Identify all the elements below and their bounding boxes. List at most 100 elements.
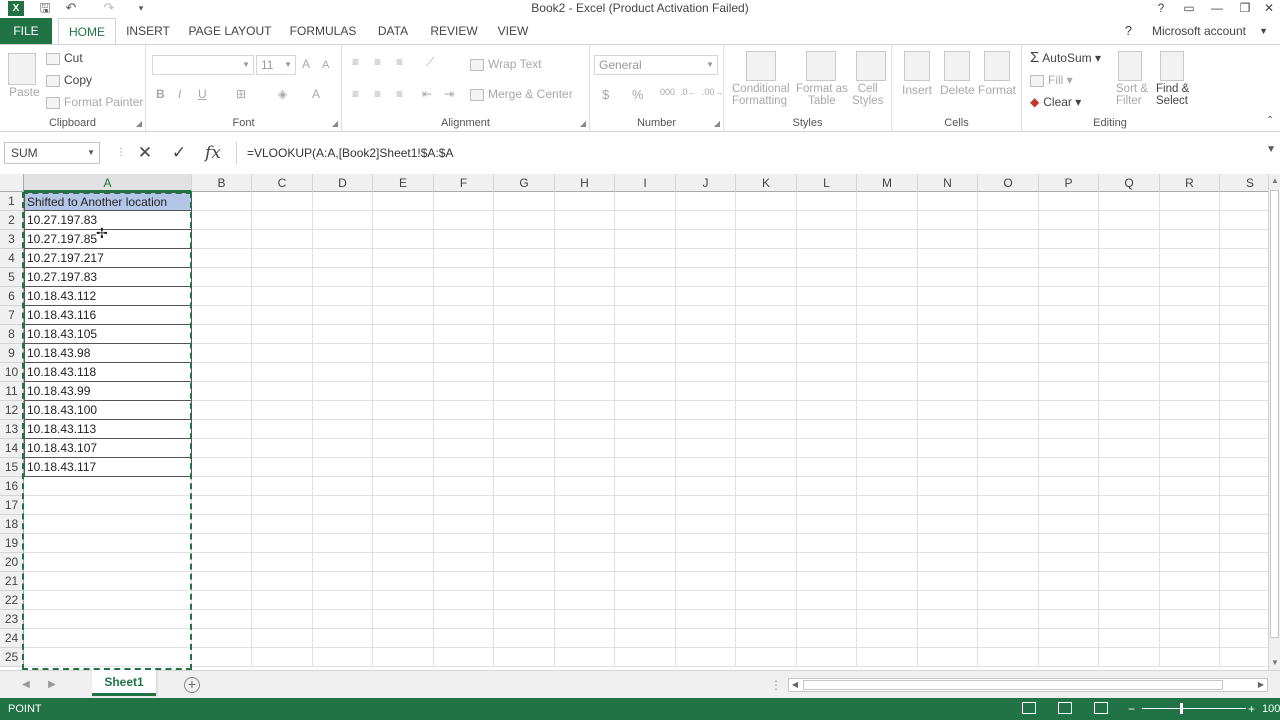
tab-file[interactable]: FILE bbox=[0, 18, 52, 44]
cell-n4[interactable] bbox=[918, 249, 978, 268]
cell-i21[interactable] bbox=[615, 572, 676, 591]
cell-k21[interactable] bbox=[736, 572, 797, 591]
row-header-8[interactable]: 8 bbox=[0, 325, 24, 344]
cell-a2[interactable]: 10.27.197.83 bbox=[24, 211, 192, 230]
cell-m13[interactable] bbox=[857, 420, 918, 439]
cell-m4[interactable] bbox=[857, 249, 918, 268]
cell-k23[interactable] bbox=[736, 610, 797, 629]
cell-s8[interactable] bbox=[1220, 325, 1268, 344]
cell-o2[interactable] bbox=[978, 211, 1039, 230]
cell-i2[interactable] bbox=[615, 211, 676, 230]
tab-review[interactable]: REVIEW bbox=[426, 18, 482, 44]
cell-a6[interactable]: 10.18.43.112 bbox=[24, 287, 192, 306]
ribbon-display-icon[interactable]: ▭ bbox=[1178, 0, 1200, 16]
cell-k13[interactable] bbox=[736, 420, 797, 439]
cell-d11[interactable] bbox=[313, 382, 373, 401]
cell-j5[interactable] bbox=[676, 268, 736, 287]
cell-q2[interactable] bbox=[1099, 211, 1160, 230]
cell-a12[interactable]: 10.18.43.100 bbox=[24, 401, 192, 420]
column-header-m[interactable]: M bbox=[857, 174, 918, 192]
cell-j8[interactable] bbox=[676, 325, 736, 344]
cell-f6[interactable] bbox=[434, 287, 494, 306]
cell-k18[interactable] bbox=[736, 515, 797, 534]
cell-b17[interactable] bbox=[192, 496, 252, 515]
column-header-e[interactable]: E bbox=[373, 174, 434, 192]
cell-q20[interactable] bbox=[1099, 553, 1160, 572]
cell-h22[interactable] bbox=[555, 591, 615, 610]
sort-filter-button[interactable]: Sort & Filter bbox=[1116, 83, 1148, 107]
cell-a13[interactable]: 10.18.43.113 bbox=[24, 420, 192, 439]
cell-i14[interactable] bbox=[615, 439, 676, 458]
cell-m17[interactable] bbox=[857, 496, 918, 515]
cell-m21[interactable] bbox=[857, 572, 918, 591]
cell-q5[interactable] bbox=[1099, 268, 1160, 287]
cell-f20[interactable] bbox=[434, 553, 494, 572]
cell-g16[interactable] bbox=[494, 477, 555, 496]
column-header-j[interactable]: J bbox=[676, 174, 736, 192]
cell-d20[interactable] bbox=[313, 553, 373, 572]
cell-c18[interactable] bbox=[252, 515, 313, 534]
cell-d18[interactable] bbox=[313, 515, 373, 534]
cell-o7[interactable] bbox=[978, 306, 1039, 325]
font-color-button[interactable]: A bbox=[312, 87, 320, 101]
cell-j7[interactable] bbox=[676, 306, 736, 325]
cell-g21[interactable] bbox=[494, 572, 555, 591]
cell-q13[interactable] bbox=[1099, 420, 1160, 439]
cell-l4[interactable] bbox=[797, 249, 857, 268]
cell-q8[interactable] bbox=[1099, 325, 1160, 344]
cell-n2[interactable] bbox=[918, 211, 978, 230]
cell-g7[interactable] bbox=[494, 306, 555, 325]
cell-k2[interactable] bbox=[736, 211, 797, 230]
copy-button[interactable]: Copy bbox=[46, 73, 92, 87]
cell-q6[interactable] bbox=[1099, 287, 1160, 306]
cell-g2[interactable] bbox=[494, 211, 555, 230]
cell-h18[interactable] bbox=[555, 515, 615, 534]
conditional-formatting-button[interactable]: Conditional Formatting bbox=[732, 83, 790, 107]
cell-k11[interactable] bbox=[736, 382, 797, 401]
cell-h5[interactable] bbox=[555, 268, 615, 287]
cell-e23[interactable] bbox=[373, 610, 434, 629]
cell-k10[interactable] bbox=[736, 363, 797, 382]
cell-c10[interactable] bbox=[252, 363, 313, 382]
insert-function-button[interactable]: fx bbox=[202, 142, 224, 164]
cell-l7[interactable] bbox=[797, 306, 857, 325]
cell-p3[interactable] bbox=[1039, 230, 1099, 249]
cell-k5[interactable] bbox=[736, 268, 797, 287]
cell-k25[interactable] bbox=[736, 648, 797, 667]
cell-a20[interactable] bbox=[24, 553, 192, 572]
cell-p6[interactable] bbox=[1039, 287, 1099, 306]
cell-h15[interactable] bbox=[555, 458, 615, 477]
cell-q4[interactable] bbox=[1099, 249, 1160, 268]
conditional-formatting-icon[interactable] bbox=[746, 51, 776, 81]
bold-button[interactable]: B bbox=[156, 87, 165, 101]
row-header-23[interactable]: 23 bbox=[0, 610, 24, 629]
restore-icon[interactable]: ❐ bbox=[1234, 0, 1256, 16]
cell-p21[interactable] bbox=[1039, 572, 1099, 591]
paste-icon[interactable] bbox=[8, 53, 36, 85]
column-header-p[interactable]: P bbox=[1039, 174, 1099, 192]
fill-button[interactable]: Fill ▾ bbox=[1030, 73, 1073, 87]
cell-j6[interactable] bbox=[676, 287, 736, 306]
top-align-icon[interactable]: ≡ bbox=[352, 55, 359, 69]
cell-a25[interactable] bbox=[24, 648, 192, 667]
cell-m12[interactable] bbox=[857, 401, 918, 420]
cell-c15[interactable] bbox=[252, 458, 313, 477]
cell-m2[interactable] bbox=[857, 211, 918, 230]
cell-g20[interactable] bbox=[494, 553, 555, 572]
cell-j11[interactable] bbox=[676, 382, 736, 401]
cell-o3[interactable] bbox=[978, 230, 1039, 249]
add-sheet-icon[interactable]: + bbox=[184, 677, 200, 693]
cell-f21[interactable] bbox=[434, 572, 494, 591]
cell-r3[interactable] bbox=[1160, 230, 1220, 249]
insert-cells-icon[interactable] bbox=[904, 51, 930, 81]
cell-b13[interactable] bbox=[192, 420, 252, 439]
cell-c25[interactable] bbox=[252, 648, 313, 667]
cell-n8[interactable] bbox=[918, 325, 978, 344]
tab-split-handle[interactable]: ⋮ bbox=[770, 671, 782, 699]
cell-l12[interactable] bbox=[797, 401, 857, 420]
cell-q24[interactable] bbox=[1099, 629, 1160, 648]
cell-h7[interactable] bbox=[555, 306, 615, 325]
tab-insert[interactable]: INSERT bbox=[122, 18, 174, 44]
font-name-combo[interactable]: ▼ bbox=[152, 55, 254, 75]
cell-n19[interactable] bbox=[918, 534, 978, 553]
